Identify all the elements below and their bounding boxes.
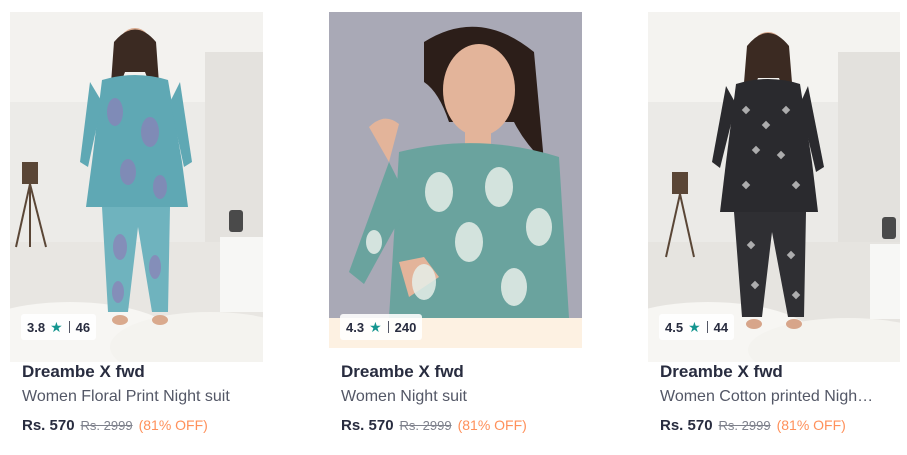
rating-count: 46	[75, 319, 91, 335]
product-image[interactable]	[10, 12, 263, 362]
product-brand[interactable]: Dreambe X fwd	[341, 362, 464, 382]
divider	[387, 321, 389, 333]
rating-count: 240	[394, 319, 417, 335]
product-price: Rs. 570	[22, 417, 75, 434]
price-row: Rs. 570 Rs. 2999 (81% OFF)	[660, 417, 846, 434]
star-icon: ★	[369, 319, 382, 335]
product-image[interactable]	[329, 12, 582, 348]
product-brand[interactable]: Dreambe X fwd	[22, 362, 145, 382]
product-discount: (81% OFF)	[457, 417, 527, 433]
product-card[interactable]: 4.3 ★ 240 Dreambe X fwd Women Night suit…	[329, 12, 582, 442]
rating-badge: 3.8 ★ 46	[21, 314, 97, 340]
product-price: Rs. 570	[341, 417, 394, 434]
star-icon: ★	[688, 319, 701, 335]
product-mrp: Rs. 2999	[80, 418, 133, 433]
rating-value: 3.8	[27, 319, 46, 335]
rating-value: 4.3	[346, 319, 365, 335]
price-row: Rs. 570 Rs. 2999 (81% OFF)	[22, 417, 208, 434]
product-discount: (81% OFF)	[138, 417, 208, 433]
product-image[interactable]	[648, 12, 900, 362]
product-card[interactable]: 3.8 ★ 46 Dreambe X fwd Women Floral Prin…	[10, 12, 263, 442]
product-title[interactable]: Women Floral Print Night suit	[22, 388, 254, 406]
divider	[706, 321, 708, 333]
product-mrp: Rs. 2999	[718, 418, 771, 433]
price-row: Rs. 570 Rs. 2999 (81% OFF)	[341, 417, 527, 434]
product-grid: 3.8 ★ 46 Dreambe X fwd Women Floral Prin…	[0, 0, 907, 455]
product-mrp: Rs. 2999	[399, 418, 452, 433]
product-price: Rs. 570	[660, 417, 713, 434]
rating-badge: 4.5 ★ 44	[659, 314, 735, 340]
rating-count: 44	[713, 319, 729, 335]
product-title[interactable]: Women Night suit	[341, 388, 573, 406]
product-title[interactable]: Women Cotton printed Nigh…	[660, 388, 892, 406]
product-discount: (81% OFF)	[776, 417, 846, 433]
rating-value: 4.5	[665, 319, 684, 335]
product-brand[interactable]: Dreambe X fwd	[660, 362, 783, 382]
rating-badge: 4.3 ★ 240	[340, 314, 423, 340]
product-card[interactable]: 4.5 ★ 44 Dreambe X fwd Women Cotton prin…	[648, 12, 900, 442]
divider	[68, 321, 70, 333]
star-icon: ★	[50, 319, 63, 335]
